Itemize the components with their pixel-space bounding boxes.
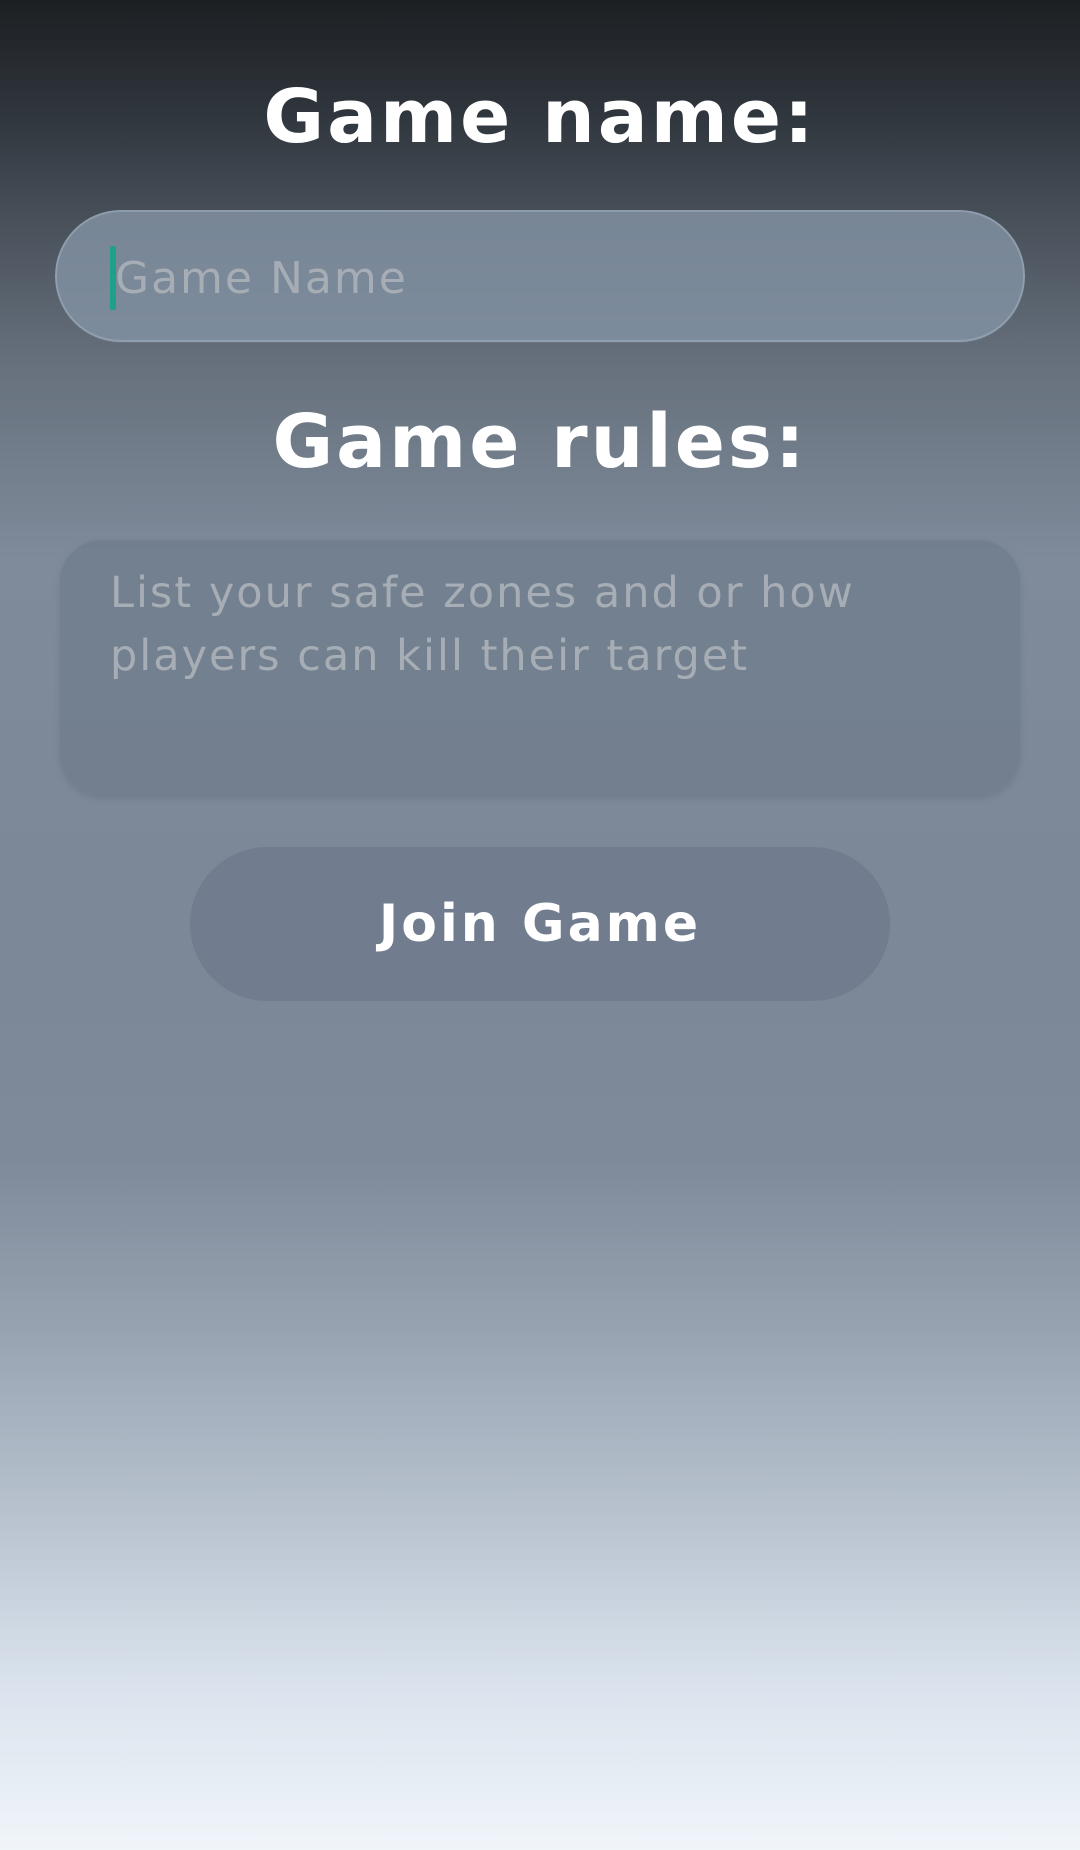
game-rules-heading: Game rules: [272,399,808,485]
game-name-input[interactable]: Game Name [55,210,1025,342]
game-rules-placeholder: List your safe zones and or how players … [110,568,855,681]
game-name-placeholder: Game Name [115,253,408,304]
join-game-screen: Game name: Game Name Game rules: List yo… [0,0,1080,1850]
join-game-button-label: Join Game [378,894,702,954]
game-name-heading: Game name: [263,74,817,160]
join-game-button[interactable]: Join Game [190,847,890,1001]
game-rules-textarea[interactable]: List your safe zones and or how players … [60,540,1020,795]
